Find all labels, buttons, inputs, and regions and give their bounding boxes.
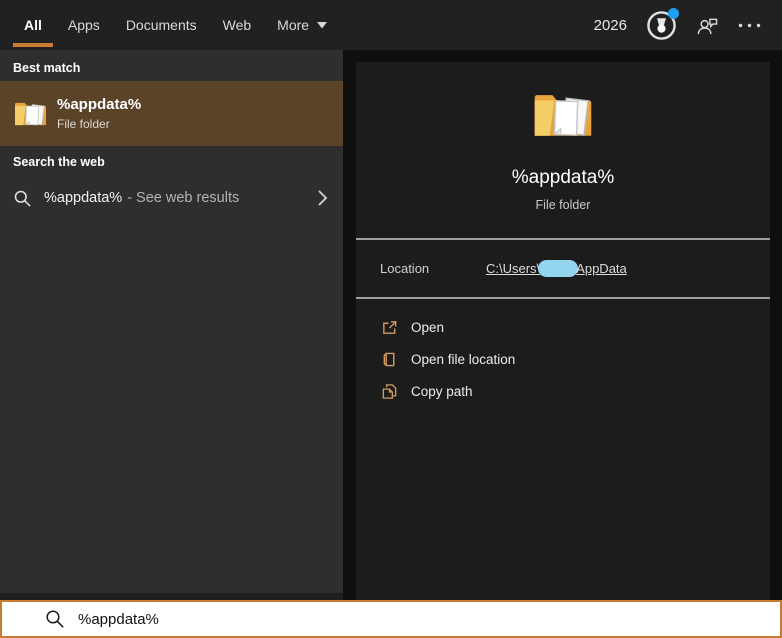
open-folder-icon (380, 351, 398, 368)
action-list: Open Open file location Copy path (356, 311, 770, 407)
detail-type: File folder (535, 198, 591, 212)
location-path-suffix: AppData (576, 261, 627, 276)
tab-all[interactable]: All (13, 0, 53, 50)
folder-icon-large (533, 94, 593, 137)
copy-path-button[interactable]: Copy path (356, 375, 770, 407)
topbar-right-controls: 2026 (594, 0, 782, 50)
chevron-right-icon (317, 189, 328, 207)
person-chat-icon[interactable] (696, 15, 719, 36)
search-filter-tabs: All Apps Documents Web More (0, 0, 328, 50)
result-detail-card: %appdata% File folder Location C:\Users\… (356, 62, 770, 600)
tab-documents[interactable]: Documents (126, 0, 197, 50)
more-options-button[interactable] (738, 23, 761, 28)
open-file-location-button[interactable]: Open file location (356, 343, 770, 375)
best-match-header: Best match (13, 61, 81, 75)
search-results-panel: Best match %appdata% File folder Search … (0, 50, 343, 593)
tab-web[interactable]: Web (223, 0, 252, 50)
tab-more[interactable]: More (277, 0, 328, 50)
web-result-query: %appdata% (44, 190, 123, 206)
open-button-label: Open (411, 319, 445, 335)
search-icon (45, 609, 65, 629)
tab-apps[interactable]: Apps (68, 0, 100, 50)
copy-pages-icon (380, 383, 398, 400)
rewards-medal-icon[interactable] (646, 7, 679, 41)
search-topbar: All Apps Documents Web More 2026 (0, 0, 782, 50)
divider (356, 297, 770, 299)
search-input[interactable] (78, 610, 780, 628)
copy-path-label: Copy path (411, 383, 473, 399)
dropdown-triangle-icon (317, 21, 328, 29)
best-match-result[interactable]: %appdata% File folder (0, 81, 343, 146)
location-label: Location (380, 261, 430, 276)
search-icon (13, 189, 32, 208)
location-path-prefix: C:\Users\ (486, 261, 541, 276)
open-button[interactable]: Open (356, 311, 770, 343)
open-external-icon (380, 319, 398, 336)
search-web-header: Search the web (13, 155, 105, 169)
detail-title: %appdata% (511, 167, 615, 188)
web-result-suffix: - See web results (127, 190, 240, 206)
rewards-points[interactable]: 2026 (594, 17, 627, 34)
detail-panel-area: %appdata% File folder Location C:\Users\… (343, 50, 782, 600)
tab-more-label: More (277, 17, 310, 33)
best-match-text: %appdata% File folder (57, 96, 141, 131)
best-match-type: File folder (57, 117, 110, 131)
rewards-notification-dot (668, 7, 679, 19)
taskbar-search-box (0, 600, 782, 638)
folder-icon (14, 102, 47, 126)
location-path-link[interactable]: C:\Users\ AppData (486, 260, 627, 277)
web-search-result[interactable]: %appdata% - See web results (0, 178, 343, 218)
open-file-location-label: Open file location (411, 351, 516, 367)
redacted-username (538, 260, 579, 277)
location-row: Location C:\Users\ AppData (356, 240, 770, 297)
ellipsis-icon (738, 23, 761, 27)
best-match-title: %appdata% (57, 96, 142, 113)
